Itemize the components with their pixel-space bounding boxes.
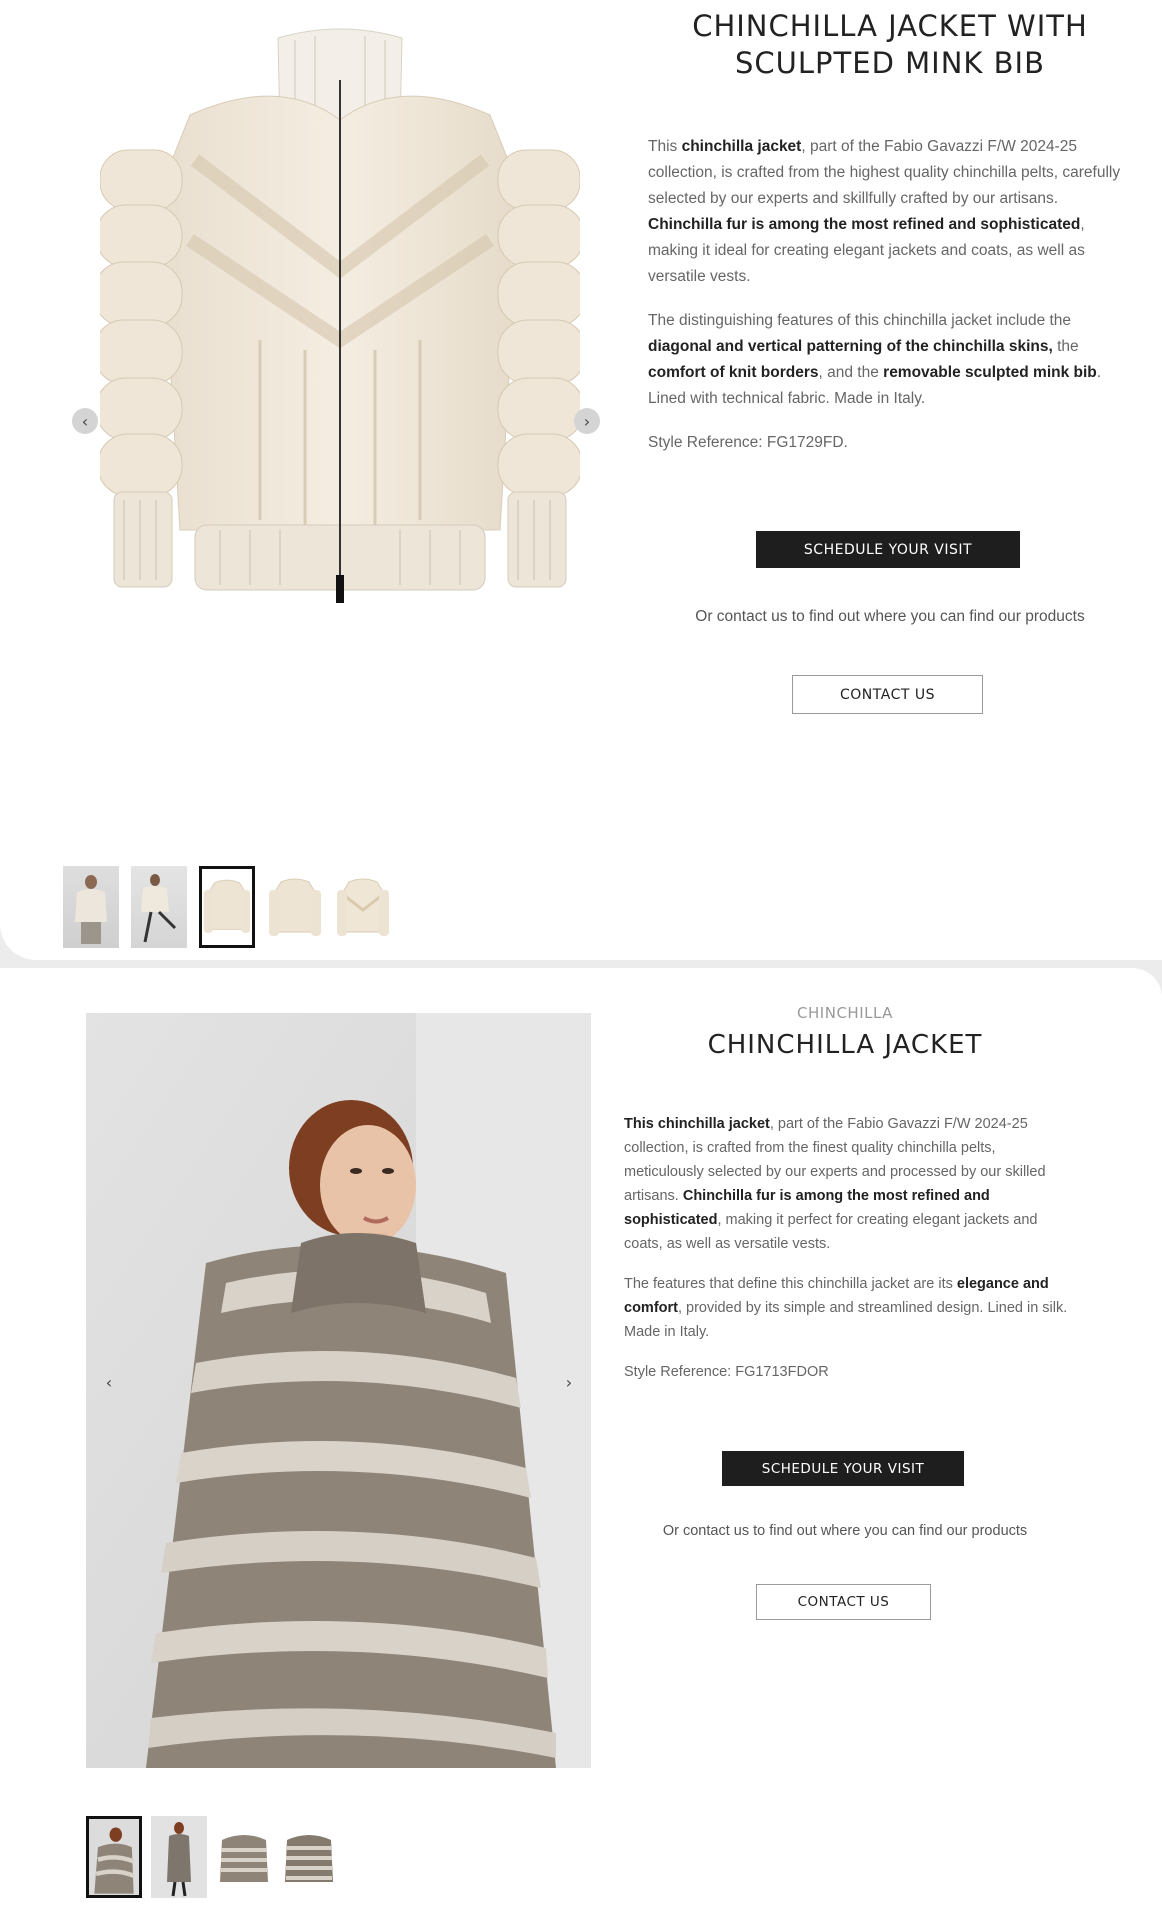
text-segment: The distinguishing features of this chin… [648, 312, 1072, 329]
chevron-left-icon: ‹ [81, 411, 89, 431]
bold-text: chinchilla jacket [681, 138, 802, 155]
description-paragraph-2: The distinguishing features of this chin… [648, 308, 1128, 412]
chevron-left-icon: ‹ [105, 1372, 113, 1392]
bold-text: Chinchilla fur is among the most refined… [648, 216, 1081, 233]
cream-jacket-thumb-icon [203, 879, 251, 933]
carousel-next-arrow[interactable]: › [574, 408, 600, 434]
product-image-model-grey-jacket [86, 1013, 591, 1768]
thumbnail[interactable] [131, 866, 187, 948]
cream-jacket-thumb-icon [337, 878, 389, 936]
bold-text: removable sculpted mink bib [883, 364, 1097, 381]
text-segment: This [648, 138, 682, 155]
thumbnail[interactable] [151, 1816, 207, 1898]
thumbnail-strip [63, 866, 391, 948]
model-photo-icon [94, 1827, 135, 1894]
description-paragraph-1: This chinchilla jacket, part of the Fabi… [624, 1112, 1069, 1256]
thumbnail-active[interactable] [199, 866, 255, 948]
bold-text: This chinchilla jacket [624, 1116, 770, 1132]
text-segment: , provided by its simple and streamlined… [624, 1300, 1068, 1340]
contact-prompt: Or contact us to find out where you can … [662, 1523, 1028, 1539]
grey-jacket-thumb-icon [220, 1835, 268, 1882]
product-panel-1: ‹ › CHINCHILLA JACKET WITH SCULPTED MINK… [0, 0, 1162, 960]
product-panel-2: ‹ › CHINCHILLA CHINCHILLA JACKET This ch… [0, 968, 1162, 1908]
text-segment: , and the [818, 364, 884, 381]
model-photo-icon [167, 1822, 191, 1897]
carousel-next-arrow[interactable]: › [556, 1369, 582, 1395]
thumbnail[interactable] [281, 1816, 337, 1898]
text-segment: The features that define this chinchilla… [624, 1276, 957, 1292]
product-title-line1: CHINCHILLA JACKET WITH [692, 9, 1088, 43]
bold-text: comfort of knit borders [648, 364, 819, 381]
thumbnail[interactable] [216, 1816, 272, 1898]
product-category: CHINCHILLA [797, 1004, 893, 1022]
thumbnail-strip [86, 1816, 337, 1898]
bold-text: diagonal and vertical patterning of the … [648, 338, 1053, 355]
description-paragraph-2: The features that define this chinchilla… [624, 1272, 1069, 1344]
carousel-prev-arrow[interactable]: ‹ [72, 408, 98, 434]
grey-jacket-thumb-icon [285, 1835, 333, 1882]
model-photo-icon [75, 875, 107, 944]
schedule-visit-button[interactable]: SCHEDULE YOUR VISIT [756, 531, 1020, 568]
product-image-cream-jacket [100, 28, 580, 603]
chevron-right-icon: › [583, 411, 591, 431]
thumbnail[interactable] [63, 866, 119, 948]
product-description: This chinchilla jacket, part of the Fabi… [624, 1112, 1069, 1400]
carousel-prev-arrow[interactable]: ‹ [96, 1369, 122, 1395]
product-description: This chinchilla jacket, part of the Fabi… [648, 134, 1128, 474]
style-reference: Style Reference: FG1729FD. [648, 434, 848, 451]
product-title: CHINCHILLA JACKET WITH SCULPTED MINK BIB [640, 8, 1140, 82]
contact-us-button[interactable]: CONTACT US [792, 675, 983, 714]
product-title: CHINCHILLA JACKET [707, 1030, 983, 1060]
contact-prompt: Or contact us to find out where you can … [695, 608, 1085, 625]
schedule-visit-button[interactable]: SCHEDULE YOUR VISIT [722, 1451, 964, 1486]
thumbnail[interactable] [267, 866, 323, 948]
description-paragraph-1: This chinchilla jacket, part of the Fabi… [648, 134, 1128, 290]
style-reference: Style Reference: FG1713FDOR [624, 1364, 829, 1380]
thumbnail[interactable] [335, 866, 391, 948]
contact-us-button[interactable]: CONTACT US [756, 1584, 931, 1620]
thumbnail-active[interactable] [86, 1816, 142, 1898]
model-photo-icon [141, 874, 177, 943]
text-segment: the [1052, 338, 1079, 355]
cream-jacket-thumb-icon [269, 878, 321, 936]
product-title-line2: SCULPTED MINK BIB [735, 46, 1045, 80]
chevron-right-icon: › [565, 1372, 573, 1392]
